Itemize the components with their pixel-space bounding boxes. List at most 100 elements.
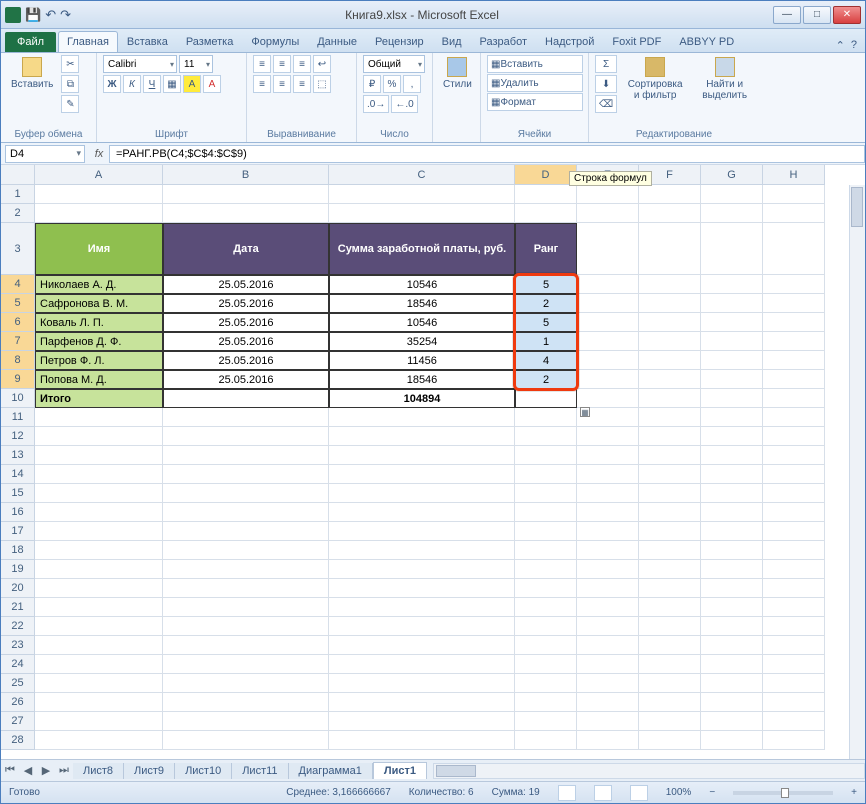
format-painter-button[interactable]: ✎ (61, 95, 79, 113)
cell-rank[interactable]: 1 (515, 332, 577, 351)
tab-view[interactable]: Вид (433, 31, 471, 52)
fx-button[interactable]: fx (89, 148, 109, 160)
col-header-h[interactable]: H (763, 165, 825, 185)
cells-format-button[interactable]: ▦ Формат (487, 93, 583, 111)
cell-rank[interactable]: 5 (515, 275, 577, 294)
cell-name[interactable]: Сафронова В. М. (35, 294, 163, 313)
cell-date[interactable]: 25.05.2016 (163, 275, 329, 294)
row-header[interactable]: 19 (1, 560, 35, 579)
horizontal-scrollbar[interactable] (433, 763, 865, 779)
row-header[interactable]: 28 (1, 731, 35, 750)
tab-data[interactable]: Данные (308, 31, 366, 52)
fill-button[interactable]: ⬇ (595, 75, 617, 93)
tab-abbyy[interactable]: ABBYY PD (670, 31, 743, 52)
view-break-button[interactable] (630, 785, 648, 801)
table-header-name[interactable]: Имя (35, 223, 163, 275)
fill-color-button[interactable]: A (183, 75, 201, 93)
cell-date[interactable]: 25.05.2016 (163, 351, 329, 370)
tab-foxit[interactable]: Foxit PDF (603, 31, 670, 52)
undo-button[interactable]: ↶ (45, 7, 56, 23)
underline-button[interactable]: Ч (143, 75, 161, 93)
font-size-combo[interactable]: 11 (179, 55, 213, 73)
cell-sum[interactable]: 10546 (329, 275, 515, 294)
cell-sum[interactable]: 18546 (329, 370, 515, 389)
cell-sum[interactable]: 10546 (329, 313, 515, 332)
clear-button[interactable]: ⌫ (595, 95, 617, 113)
minimize-button[interactable]: — (773, 6, 801, 24)
align-bot-button[interactable]: ≡ (293, 55, 311, 73)
help-button[interactable]: ? (851, 39, 857, 52)
copy-button[interactable]: ⧉ (61, 75, 79, 93)
sheet-tab[interactable]: Диаграмма1 (289, 763, 373, 779)
col-header-d[interactable]: D (515, 165, 577, 185)
cell-name[interactable]: Попова М. Д. (35, 370, 163, 389)
font-name-combo[interactable]: Calibri (103, 55, 177, 73)
row-header[interactable]: 4 (1, 275, 35, 294)
zoom-level[interactable]: 100% (666, 787, 692, 798)
row-header[interactable]: 16 (1, 503, 35, 522)
sheet-nav-first[interactable]: ⏮ (1, 762, 19, 780)
view-normal-button[interactable] (558, 785, 576, 801)
row-header[interactable]: 12 (1, 427, 35, 446)
tab-home[interactable]: Главная (58, 31, 118, 52)
cells-insert-button[interactable]: ▦ Вставить (487, 55, 583, 73)
cell-name[interactable]: Петров Ф. Л. (35, 351, 163, 370)
cell-name[interactable]: Коваль Л. П. (35, 313, 163, 332)
comma-button[interactable]: , (403, 75, 421, 93)
cell-rank[interactable]: 4 (515, 351, 577, 370)
col-header-b[interactable]: B (163, 165, 329, 185)
row-header[interactable]: 11 (1, 408, 35, 427)
close-button[interactable]: ✕ (833, 6, 861, 24)
align-top-button[interactable]: ≡ (253, 55, 271, 73)
sort-filter-button[interactable]: Сортировка и фильтр (621, 55, 689, 103)
cell-name[interactable]: Николаев А. Д. (35, 275, 163, 294)
cell-rank[interactable]: 2 (515, 370, 577, 389)
cell-date[interactable]: 25.05.2016 (163, 294, 329, 313)
cell-rank[interactable]: 2 (515, 294, 577, 313)
align-center-button[interactable]: ≡ (273, 75, 291, 93)
row-header[interactable]: 5 (1, 294, 35, 313)
cell-sum[interactable]: 11456 (329, 351, 515, 370)
sheet-tab[interactable]: Лист8 (73, 763, 124, 779)
tab-review[interactable]: Рецензир (366, 31, 433, 52)
wrap-text-button[interactable]: ↩ (313, 55, 331, 73)
autofill-options-button[interactable]: ▦ (580, 407, 590, 417)
tab-addins[interactable]: Надстрой (536, 31, 603, 52)
table-header-date[interactable]: Дата (163, 223, 329, 275)
align-left-button[interactable]: ≡ (253, 75, 271, 93)
row-header[interactable]: 6 (1, 313, 35, 332)
row-header[interactable]: 10 (1, 389, 35, 408)
select-all-corner[interactable] (1, 165, 35, 185)
vertical-scrollbar[interactable] (849, 185, 865, 759)
sheet-tab[interactable]: Лист10 (175, 763, 232, 779)
sheet-nav-last[interactable]: ⏭ (55, 762, 73, 780)
cell-name[interactable]: Парфенов Д. Ф. (35, 332, 163, 351)
row-header[interactable]: 26 (1, 693, 35, 712)
increase-decimal-button[interactable]: .0→ (363, 95, 389, 113)
row-header[interactable]: 15 (1, 484, 35, 503)
row-header[interactable]: 21 (1, 598, 35, 617)
file-tab[interactable]: Файл (5, 32, 56, 52)
row-header[interactable]: 22 (1, 617, 35, 636)
find-select-button[interactable]: Найти и выделить (693, 55, 756, 103)
cell-date[interactable]: 25.05.2016 (163, 313, 329, 332)
row-header[interactable]: 14 (1, 465, 35, 484)
zoom-in-button[interactable]: + (851, 787, 857, 798)
cell-total-label[interactable]: Итого (35, 389, 163, 408)
currency-button[interactable]: ₽ (363, 75, 381, 93)
sheet-tab[interactable]: Лист9 (124, 763, 175, 779)
font-color-button[interactable]: A (203, 75, 221, 93)
row-header[interactable]: 27 (1, 712, 35, 731)
zoom-out-button[interactable]: − (709, 787, 715, 798)
maximize-button[interactable]: □ (803, 6, 831, 24)
row-header[interactable]: 24 (1, 655, 35, 674)
tab-insert[interactable]: Вставка (118, 31, 177, 52)
align-mid-button[interactable]: ≡ (273, 55, 291, 73)
tab-layout[interactable]: Разметка (177, 31, 243, 52)
row-header[interactable]: 9 (1, 370, 35, 389)
autosum-button[interactable]: Σ (595, 55, 617, 73)
col-header-g[interactable]: G (701, 165, 763, 185)
name-box[interactable]: D4 (5, 145, 85, 163)
row-header[interactable]: 8 (1, 351, 35, 370)
cell-rank[interactable]: 5 (515, 313, 577, 332)
